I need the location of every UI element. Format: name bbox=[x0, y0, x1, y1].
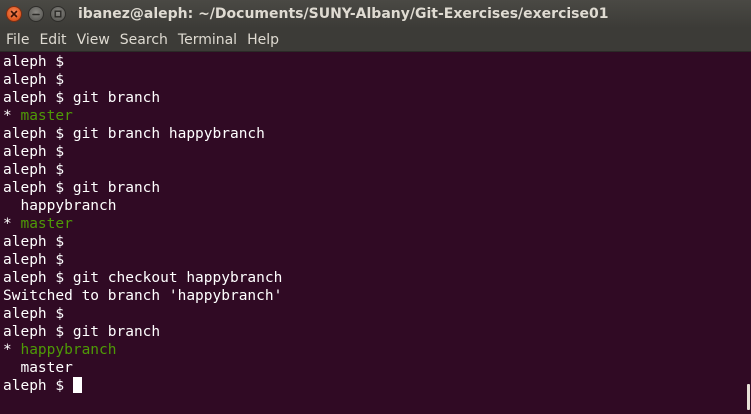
scrollbar-thumb[interactable] bbox=[747, 384, 750, 410]
terminal-line: * master bbox=[3, 107, 282, 125]
branch-marker: * bbox=[3, 108, 21, 124]
menu-search[interactable]: Search bbox=[116, 29, 172, 51]
line-text: aleph $ bbox=[3, 72, 73, 88]
terminal-window: ibanez@aleph: ~/Documents/SUNY-Albany/Gi… bbox=[0, 0, 751, 414]
line-text: aleph $ bbox=[3, 378, 73, 394]
title-bar[interactable]: ibanez@aleph: ~/Documents/SUNY-Albany/Gi… bbox=[0, 0, 751, 28]
line-text: master bbox=[3, 360, 73, 376]
terminal-line: Switched to branch 'happybranch' bbox=[3, 287, 282, 305]
line-text: aleph $ git branch bbox=[3, 180, 161, 196]
minimize-button[interactable] bbox=[28, 6, 44, 22]
current-branch-name: master bbox=[20, 216, 73, 232]
line-text: aleph $ git checkout happybranch bbox=[3, 270, 283, 286]
terminal-line: aleph $ git branch bbox=[3, 89, 282, 107]
terminal-line: happybranch bbox=[3, 197, 282, 215]
terminal-line: aleph $ bbox=[3, 305, 282, 323]
line-text: aleph $ bbox=[3, 306, 73, 322]
terminal-line: aleph $ git branch bbox=[3, 179, 282, 197]
line-text: aleph $ bbox=[3, 252, 73, 268]
line-text: aleph $ git branch happybranch bbox=[3, 126, 265, 142]
terminal-line: aleph $ bbox=[3, 251, 282, 269]
terminal-line: master bbox=[3, 359, 282, 377]
current-branch-name: happybranch bbox=[20, 342, 117, 358]
menu-terminal[interactable]: Terminal bbox=[174, 29, 241, 51]
line-text: aleph $ bbox=[3, 234, 73, 250]
close-icon bbox=[10, 10, 18, 18]
line-text: aleph $ bbox=[3, 54, 73, 70]
line-text: aleph $ git branch bbox=[3, 324, 161, 340]
close-button[interactable] bbox=[6, 6, 22, 22]
terminal-line: aleph $ bbox=[3, 233, 282, 251]
menu-file[interactable]: File bbox=[2, 29, 33, 51]
terminal-line: aleph $ git branch happybranch bbox=[3, 125, 282, 143]
terminal-line: aleph $ bbox=[3, 161, 282, 179]
menu-help[interactable]: Help bbox=[243, 29, 283, 51]
minimize-icon bbox=[32, 13, 40, 16]
branch-marker: * bbox=[3, 342, 21, 358]
text-cursor bbox=[72, 377, 82, 393]
line-text: aleph $ git branch bbox=[3, 90, 161, 106]
terminal-line: aleph $ bbox=[3, 143, 282, 161]
menu-view[interactable]: View bbox=[73, 29, 114, 51]
terminal-output[interactable]: aleph $ aleph $ aleph $ git branch * mast… bbox=[0, 52, 741, 414]
line-text: Switched to branch 'happybranch' bbox=[3, 288, 283, 304]
menu-bar: File Edit View Search Terminal Help bbox=[0, 28, 751, 52]
terminal-lines: aleph $ aleph $ aleph $ git branch * mast… bbox=[3, 53, 282, 395]
menu-edit[interactable]: Edit bbox=[35, 29, 70, 51]
maximize-icon bbox=[54, 10, 62, 18]
line-text: aleph $ bbox=[3, 162, 73, 178]
scrollbar[interactable] bbox=[741, 52, 751, 414]
terminal-line: aleph $ git checkout happybranch bbox=[3, 269, 282, 287]
terminal-line: * happybranch bbox=[3, 341, 282, 359]
branch-marker: * bbox=[3, 216, 21, 232]
terminal-line: aleph $ git branch bbox=[3, 323, 282, 341]
terminal-line: * master bbox=[3, 215, 282, 233]
window-title: ibanez@aleph: ~/Documents/SUNY-Albany/Gi… bbox=[78, 6, 609, 22]
terminal-line: aleph $ bbox=[3, 53, 282, 71]
line-text: aleph $ bbox=[3, 144, 73, 160]
line-text: happybranch bbox=[3, 198, 117, 214]
terminal-line: aleph $ bbox=[3, 377, 282, 395]
maximize-button[interactable] bbox=[50, 6, 66, 22]
current-branch-name: master bbox=[20, 108, 73, 124]
terminal-line: aleph $ bbox=[3, 71, 282, 89]
